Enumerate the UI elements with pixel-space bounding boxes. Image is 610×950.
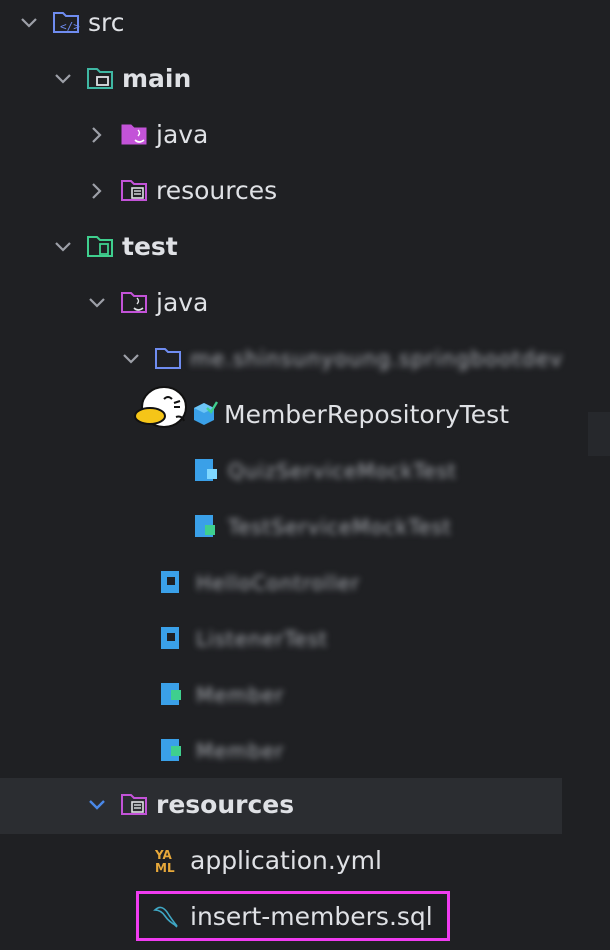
tree-label-main: main (122, 64, 192, 93)
resources-folder-icon (121, 180, 147, 201)
class-file-icon (161, 571, 179, 593)
module-folder-icon (87, 236, 113, 257)
svg-text:ML: ML (155, 861, 175, 874)
tree-node-blurred-5[interactable]: Member (0, 668, 610, 724)
tree-label-test-resources: resources (156, 790, 295, 819)
tree-label-blurred-2: TestServiceMockTest (228, 515, 452, 539)
tree-node-member-repository-test[interactable]: MemberRepositoryTest (0, 388, 610, 444)
tree-node-blurred-6[interactable]: Member (0, 724, 610, 780)
chevron-down-icon[interactable] (52, 68, 74, 90)
class-file-icon (161, 683, 181, 705)
java-test-folder-icon (121, 292, 147, 313)
class-file-icon (195, 515, 215, 537)
tree-label-blurred-5: Member (196, 683, 285, 707)
test-class-icon (194, 401, 218, 425)
tree-label-test-java: java (156, 288, 209, 317)
svg-text:YA: YA (154, 848, 173, 862)
package-folder-icon (155, 348, 181, 369)
tree-label-main-resources: resources (156, 176, 278, 205)
class-file-icon (195, 459, 217, 481)
tree-label-blurred-6: Member (196, 739, 285, 763)
chevron-down-icon[interactable] (18, 12, 40, 34)
tree-label-main-java: java (156, 120, 209, 149)
tree-label-member-repository-test: MemberRepositoryTest (224, 400, 509, 429)
tree-label-blurred-1: QuizServiceMockTest (228, 459, 457, 483)
chevron-down-icon[interactable] (52, 236, 74, 258)
tree-label-package: me.shinsunyoung.springbootdev (190, 347, 564, 371)
tree-node-blurred-3[interactable]: HelloController (0, 556, 610, 612)
tree-node-main[interactable]: main (0, 52, 610, 108)
chevron-right-icon[interactable] (86, 124, 108, 146)
svg-text:</>: </> (60, 20, 80, 33)
yaml-file-icon: YA ML (154, 848, 175, 874)
tree-label-blurred-3: HelloController (196, 571, 361, 595)
tree-node-src[interactable]: </> src (0, 0, 610, 52)
tree-node-test[interactable]: test (0, 220, 610, 276)
tree-node-main-java[interactable]: java (0, 108, 610, 164)
chevron-down-icon[interactable] (120, 348, 142, 370)
tree-node-main-resources[interactable]: resources (0, 164, 610, 220)
class-file-icon (161, 627, 179, 649)
resources-folder-icon (121, 794, 147, 815)
chevron-down-icon[interactable] (86, 292, 108, 314)
tree-node-test-resources[interactable]: resources (0, 778, 562, 834)
chevron-right-icon[interactable] (86, 180, 108, 202)
tree-label-blurred-4: ListenerTest (196, 627, 328, 651)
tree-label-src: src (88, 8, 125, 37)
source-root-folder-icon: </> (53, 12, 80, 33)
highlight-annotation (136, 891, 450, 941)
tree-node-application-yml[interactable]: YA ML application.yml (0, 834, 610, 890)
tree-node-package[interactable]: me.shinsunyoung.springbootdev (0, 332, 610, 388)
module-folder-icon (87, 68, 113, 89)
tree-node-test-java[interactable]: java (0, 276, 610, 332)
class-file-icon (161, 739, 181, 761)
chevron-down-icon[interactable] (86, 794, 108, 816)
scrollbar-track[interactable] (588, 412, 610, 456)
java-source-folder-icon (121, 124, 147, 145)
tree-node-blurred-2[interactable]: TestServiceMockTest (0, 500, 610, 556)
tree-node-blurred-4[interactable]: ListenerTest (0, 612, 610, 668)
tree-label-application-yml: application.yml (190, 846, 382, 875)
tree-label-test: test (122, 232, 178, 261)
project-tree: </> src main java resources test java me… (0, 0, 610, 950)
tree-node-blurred-1[interactable]: QuizServiceMockTest (0, 444, 610, 500)
